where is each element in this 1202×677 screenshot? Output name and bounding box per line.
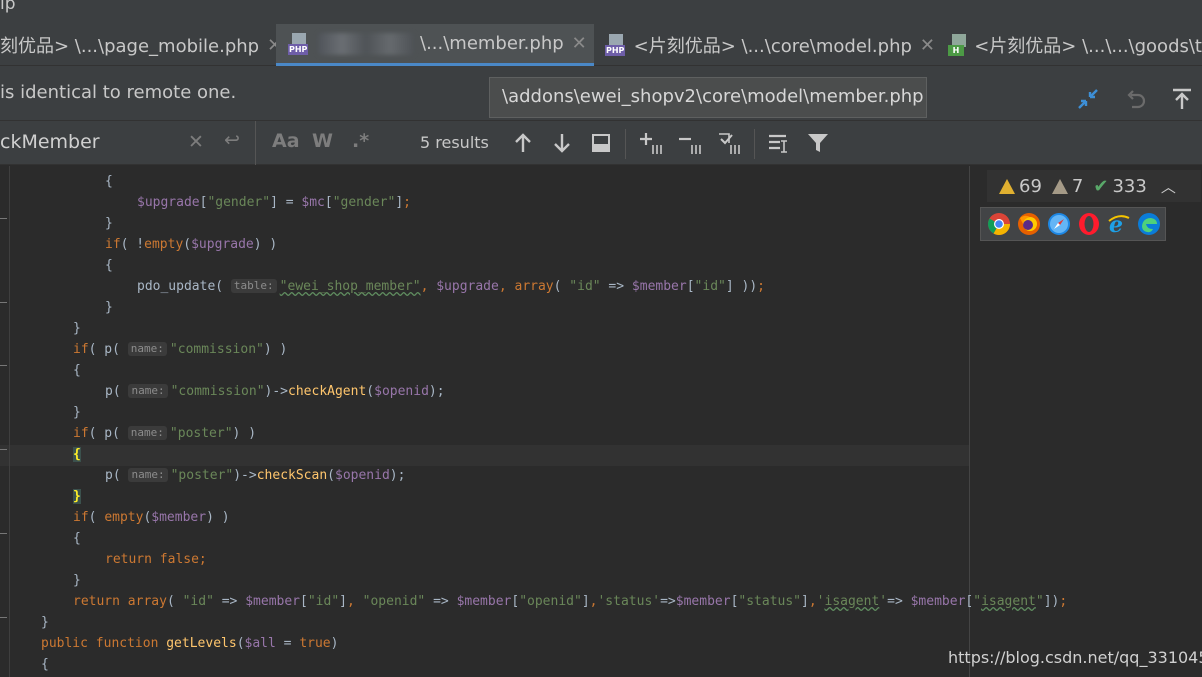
notification-text: is identical to remote one. (0, 82, 237, 103)
code-line: } (73, 405, 81, 420)
gutter-border (9, 166, 10, 677)
search-query: ckMember (0, 131, 100, 153)
code-line: { (73, 447, 81, 462)
current-line-highlight (0, 445, 969, 466)
open-in-browser-popup: e (980, 207, 1166, 241)
chrome-icon[interactable] (987, 212, 1011, 236)
find-bar: ckMember ✕ ↩ Aa W .* 5 results (0, 120, 1202, 165)
window-title: ip (0, 0, 16, 14)
divider (625, 129, 626, 159)
search-results-count: 5 results (420, 133, 489, 152)
code-line: if( !empty($upgrade) ) (105, 237, 278, 252)
code-line: p( name: "commission")->checkAgent($openi… (105, 384, 445, 399)
clear-search-icon[interactable]: ✕ (188, 131, 204, 153)
code-line: { (105, 174, 113, 189)
fold-marker (0, 449, 7, 450)
add-occurrence-icon[interactable] (638, 130, 664, 156)
chevron-up-icon[interactable]: ︿ (1161, 176, 1176, 197)
close-icon[interactable]: ✕ (920, 35, 935, 56)
scroll-to-top-icon[interactable] (1169, 86, 1195, 112)
code-line: public function getLevels($all = true) (41, 636, 339, 651)
close-icon[interactable]: ✕ (572, 33, 587, 54)
tab-member[interactable]: PHP \...\member.php ✕ (276, 24, 594, 66)
fold-marker (0, 533, 7, 534)
tab-label: \...\member.php (420, 33, 564, 54)
edge-icon[interactable] (1137, 212, 1161, 236)
code-line: } (105, 216, 113, 231)
typo-count: 333 (1112, 175, 1147, 197)
tab-goods[interactable]: H <片刻优品> \...\...\goods\t (936, 24, 1202, 66)
remove-occurrence-icon[interactable] (677, 130, 703, 156)
editor-tab-bar: 刻优品> \...\page_mobile.php ✕ PHP \...\mem… (0, 24, 1202, 66)
firefox-icon[interactable] (1017, 212, 1041, 236)
html-file-icon: H (948, 33, 968, 57)
filter-settings-icon[interactable] (766, 130, 792, 156)
code-line: } (41, 615, 49, 630)
tab-label: 刻优品> \...\page_mobile.php (0, 36, 260, 57)
code-line: if( p( name: "commission") ) (73, 342, 288, 357)
code-line: return array( "id" => $member["id"], "op… (73, 594, 1068, 609)
code-line: } (73, 573, 81, 588)
code-line: p( name: "poster")->checkScan($openid); (105, 468, 406, 483)
weak-warning-count: 7 (1071, 175, 1084, 197)
code-line: { (73, 363, 81, 378)
code-editor[interactable]: { $upgrade["gender"] = $mc["gender"]; } … (0, 166, 1202, 677)
typo-check-icon: ✔ (1093, 175, 1109, 197)
code-line: } (73, 489, 81, 504)
watermark: https://blog.csdn.net/qq_33104585 (948, 648, 1202, 667)
title-bar: ip (0, 0, 1202, 24)
revert-icon[interactable] (1123, 86, 1149, 112)
match-case-toggle[interactable]: Aa (272, 130, 300, 152)
php-file-icon: PHP (605, 33, 628, 57)
divider (754, 129, 755, 159)
fold-marker (0, 617, 7, 618)
fold-marker (0, 365, 7, 366)
code-line: { (41, 657, 49, 672)
code-line: { (73, 531, 81, 546)
redacted-project-name (318, 32, 414, 55)
php-file-icon: PHP (288, 32, 312, 56)
weak-warning-icon (1051, 178, 1068, 194)
new-line-icon[interactable]: ↩ (224, 129, 240, 151)
code-line: $upgrade["gender"] = $mc["gender"]; (137, 195, 411, 210)
tab-core-model[interactable]: PHP <片刻优品> \...\core\model.php ✕ (595, 24, 935, 66)
whole-words-toggle[interactable]: W (312, 130, 333, 152)
code-line: } (105, 300, 113, 315)
collapse-arrows-icon[interactable] (1075, 86, 1101, 112)
warning-count: 69 (1019, 175, 1042, 197)
warning-icon (999, 178, 1015, 194)
code-line: pdo_update( table: "ewei_shop_member", $u… (137, 279, 765, 294)
search-input[interactable]: ckMember ✕ ↩ (0, 121, 256, 165)
code-line: if( p( name: "poster") ) (73, 426, 257, 441)
code-line: if( empty($member) ) (73, 510, 230, 525)
regex-toggle[interactable]: .* (352, 130, 369, 152)
code-line: } (73, 321, 81, 336)
arrow-up-icon[interactable] (510, 130, 536, 156)
tab-label: <片刻优品> \...\...\goods\t (974, 36, 1202, 57)
tab-page-mobile[interactable]: 刻优品> \...\page_mobile.php ✕ (0, 24, 282, 66)
file-path-tooltip: \addons\ewei_shopv2\core\model\member.ph… (489, 77, 927, 118)
code-line: return false; (105, 552, 207, 567)
fold-marker (0, 302, 7, 303)
tab-label: <片刻优品> \...\core\model.php (633, 36, 912, 57)
opera-icon[interactable] (1077, 212, 1101, 236)
ie-icon[interactable]: e (1107, 212, 1131, 236)
select-all-matches-icon[interactable] (716, 130, 742, 156)
arrow-down-icon[interactable] (549, 130, 575, 156)
select-all-occurrences-icon[interactable] (588, 130, 614, 156)
inspection-widget[interactable]: 69 7 ✔ 333 ︿ (987, 170, 1201, 202)
code-line: { (105, 258, 113, 273)
safari-icon[interactable] (1047, 212, 1071, 236)
filter-icon[interactable] (805, 130, 831, 156)
fold-marker (0, 218, 7, 219)
